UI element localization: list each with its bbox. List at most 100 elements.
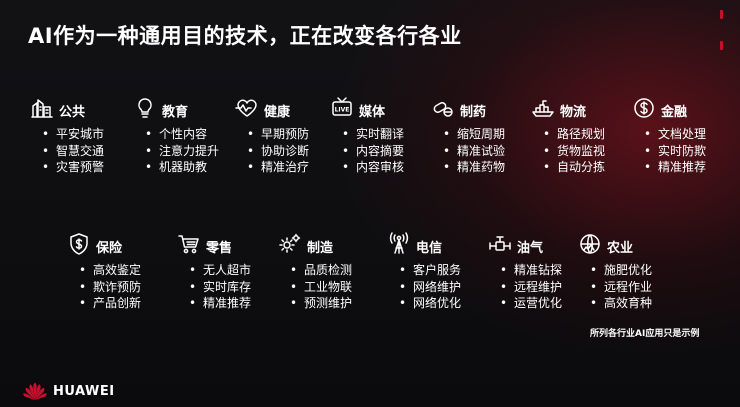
industry-0-1: 教育个性内容注意力提升机器助教	[133, 96, 243, 174]
application-item: 路径规划	[543, 126, 605, 143]
industry-name: 公共	[59, 105, 86, 120]
industry-1-0: 保险高效鉴定欺诈预防产品创新	[67, 232, 177, 310]
industry-header: 物流	[531, 96, 641, 122]
application-item: 注意力提升	[145, 143, 219, 160]
industry-1-1: 零售无人超市实时库存精准推荐	[177, 232, 287, 310]
industry-1-2: 制造品质检测工业物联预测维护	[278, 232, 388, 310]
footnote: 所列各行业AI应用只是示例	[590, 329, 700, 339]
application-list: 施肥优化远程作业高效育种	[590, 262, 652, 312]
application-item: 运营优化	[500, 295, 562, 312]
slide: AI作为一种通用目的技术，正在改变各行各业 公共平安城市智慧交通灾害预警教育个性…	[0, 0, 740, 407]
cargo-ship-icon	[531, 96, 555, 120]
application-list: 文档处理实时防欺精准推荐	[644, 126, 706, 176]
industry-header: 电信	[387, 232, 497, 258]
city-buildings-icon	[30, 96, 54, 120]
industry-0-5: 物流路径规划货物监视自动分拣	[531, 96, 641, 174]
industry-header: 金融	[632, 96, 740, 122]
application-item: 品质检测	[290, 262, 352, 279]
application-item: 施肥优化	[590, 262, 652, 279]
application-item: 客户服务	[399, 262, 461, 279]
industry-header: 农业	[578, 232, 688, 258]
industry-name: 制药	[460, 105, 487, 120]
industry-header: 公共	[30, 96, 140, 122]
application-item: 协助诊断	[247, 143, 309, 160]
heartbeat-icon	[235, 96, 259, 120]
application-list: 个性内容注意力提升机器助教	[145, 126, 219, 176]
industry-name: 物流	[560, 105, 587, 120]
industry-name: 健康	[264, 105, 291, 120]
industry-header: LIVE 媒体	[330, 96, 440, 122]
application-item: 实时防欺	[644, 143, 706, 160]
application-item: 远程维护	[500, 279, 562, 296]
application-list: 缩短周期精准试验精准药物	[443, 126, 505, 176]
industry-0-3: LIVE 媒体实时翻译内容摘要内容审核	[330, 96, 440, 174]
pill-icon	[431, 96, 455, 120]
application-item: 精准药物	[443, 159, 505, 176]
application-item: 灾害预警	[42, 159, 104, 176]
industry-name: 媒体	[359, 105, 386, 120]
application-list: 无人超市实时库存精准推荐	[189, 262, 251, 312]
industry-header: 制药	[431, 96, 541, 122]
application-item: 网络优化	[399, 295, 461, 312]
application-item: 货物监视	[543, 143, 605, 160]
gears-icon	[278, 232, 302, 256]
pipeline-valve-icon	[488, 232, 512, 256]
application-list: 高效鉴定欺诈预防产品创新	[79, 262, 141, 312]
application-item: 产品创新	[79, 295, 141, 312]
application-item: 无人超市	[189, 262, 251, 279]
application-item: 精准治疗	[247, 159, 309, 176]
lightbulb-icon	[133, 96, 157, 120]
application-list: 客户服务网络维护网络优化	[399, 262, 461, 312]
industry-0-4: 制药缩短周期精准试验精准药物	[431, 96, 541, 174]
industry-name: 油气	[517, 241, 544, 256]
industry-header: 健康	[235, 96, 345, 122]
industry-1-3: 电信客户服务网络维护网络优化	[387, 232, 497, 310]
application-item: 自动分拣	[543, 159, 605, 176]
industry-1-5: 农业施肥优化远程作业高效育种	[578, 232, 688, 310]
application-item: 个性内容	[145, 126, 219, 143]
globe-farm-icon	[578, 232, 602, 256]
application-item: 精准推荐	[644, 159, 706, 176]
shopping-cart-icon	[177, 232, 201, 256]
industry-name: 零售	[206, 241, 233, 256]
application-item: 网络维护	[399, 279, 461, 296]
application-list: 平安城市智慧交通灾害预警	[42, 126, 104, 176]
application-item: 实时库存	[189, 279, 251, 296]
application-item: 缩短周期	[443, 126, 505, 143]
application-item: 早期预防	[247, 126, 309, 143]
application-item: 精准钻探	[500, 262, 562, 279]
application-item: 内容摘要	[342, 143, 404, 160]
page-title: AI作为一种通用目的技术，正在改变各行各业	[28, 24, 462, 48]
application-item: 机器助教	[145, 159, 219, 176]
application-item: 精准试验	[443, 143, 505, 160]
application-list: 实时翻译内容摘要内容审核	[342, 126, 404, 176]
application-item: 文档处理	[644, 126, 706, 143]
application-list: 路径规划货物监视自动分拣	[543, 126, 605, 176]
application-item: 欺诈预防	[79, 279, 141, 296]
application-item: 工业物联	[290, 279, 352, 296]
application-list: 品质检测工业物联预测维护	[290, 262, 352, 312]
application-item: 智慧交通	[42, 143, 104, 160]
application-list: 精准钻探远程维护运营优化	[500, 262, 562, 312]
accent-mark-top	[720, 10, 723, 19]
industry-name: 农业	[607, 241, 634, 256]
application-item: 高效鉴定	[79, 262, 141, 279]
application-item: 内容审核	[342, 159, 404, 176]
industry-header: 零售	[177, 232, 287, 258]
live-tv-icon: LIVE	[330, 96, 354, 120]
industry-0-6: 金融文档处理实时防欺精准推荐	[632, 96, 740, 174]
application-item: 实时翻译	[342, 126, 404, 143]
industry-name: 制造	[307, 241, 334, 256]
brand-name: HUAWEI	[53, 384, 115, 399]
industry-0-2: 健康早期预防协助诊断精准治疗	[235, 96, 345, 174]
application-item: 远程作业	[590, 279, 652, 296]
application-item: 预测维护	[290, 295, 352, 312]
industry-header: 教育	[133, 96, 243, 122]
cell-tower-icon	[387, 232, 411, 256]
svg-text:LIVE: LIVE	[335, 107, 350, 114]
application-item: 精准推荐	[189, 295, 251, 312]
application-item: 高效育种	[590, 295, 652, 312]
industry-name: 电信	[416, 241, 443, 256]
shield-dollar-icon	[67, 232, 91, 256]
industry-row-1: 公共平安城市智慧交通灾害预警教育个性内容注意力提升机器助教健康早期预防协助诊断精…	[0, 96, 740, 216]
